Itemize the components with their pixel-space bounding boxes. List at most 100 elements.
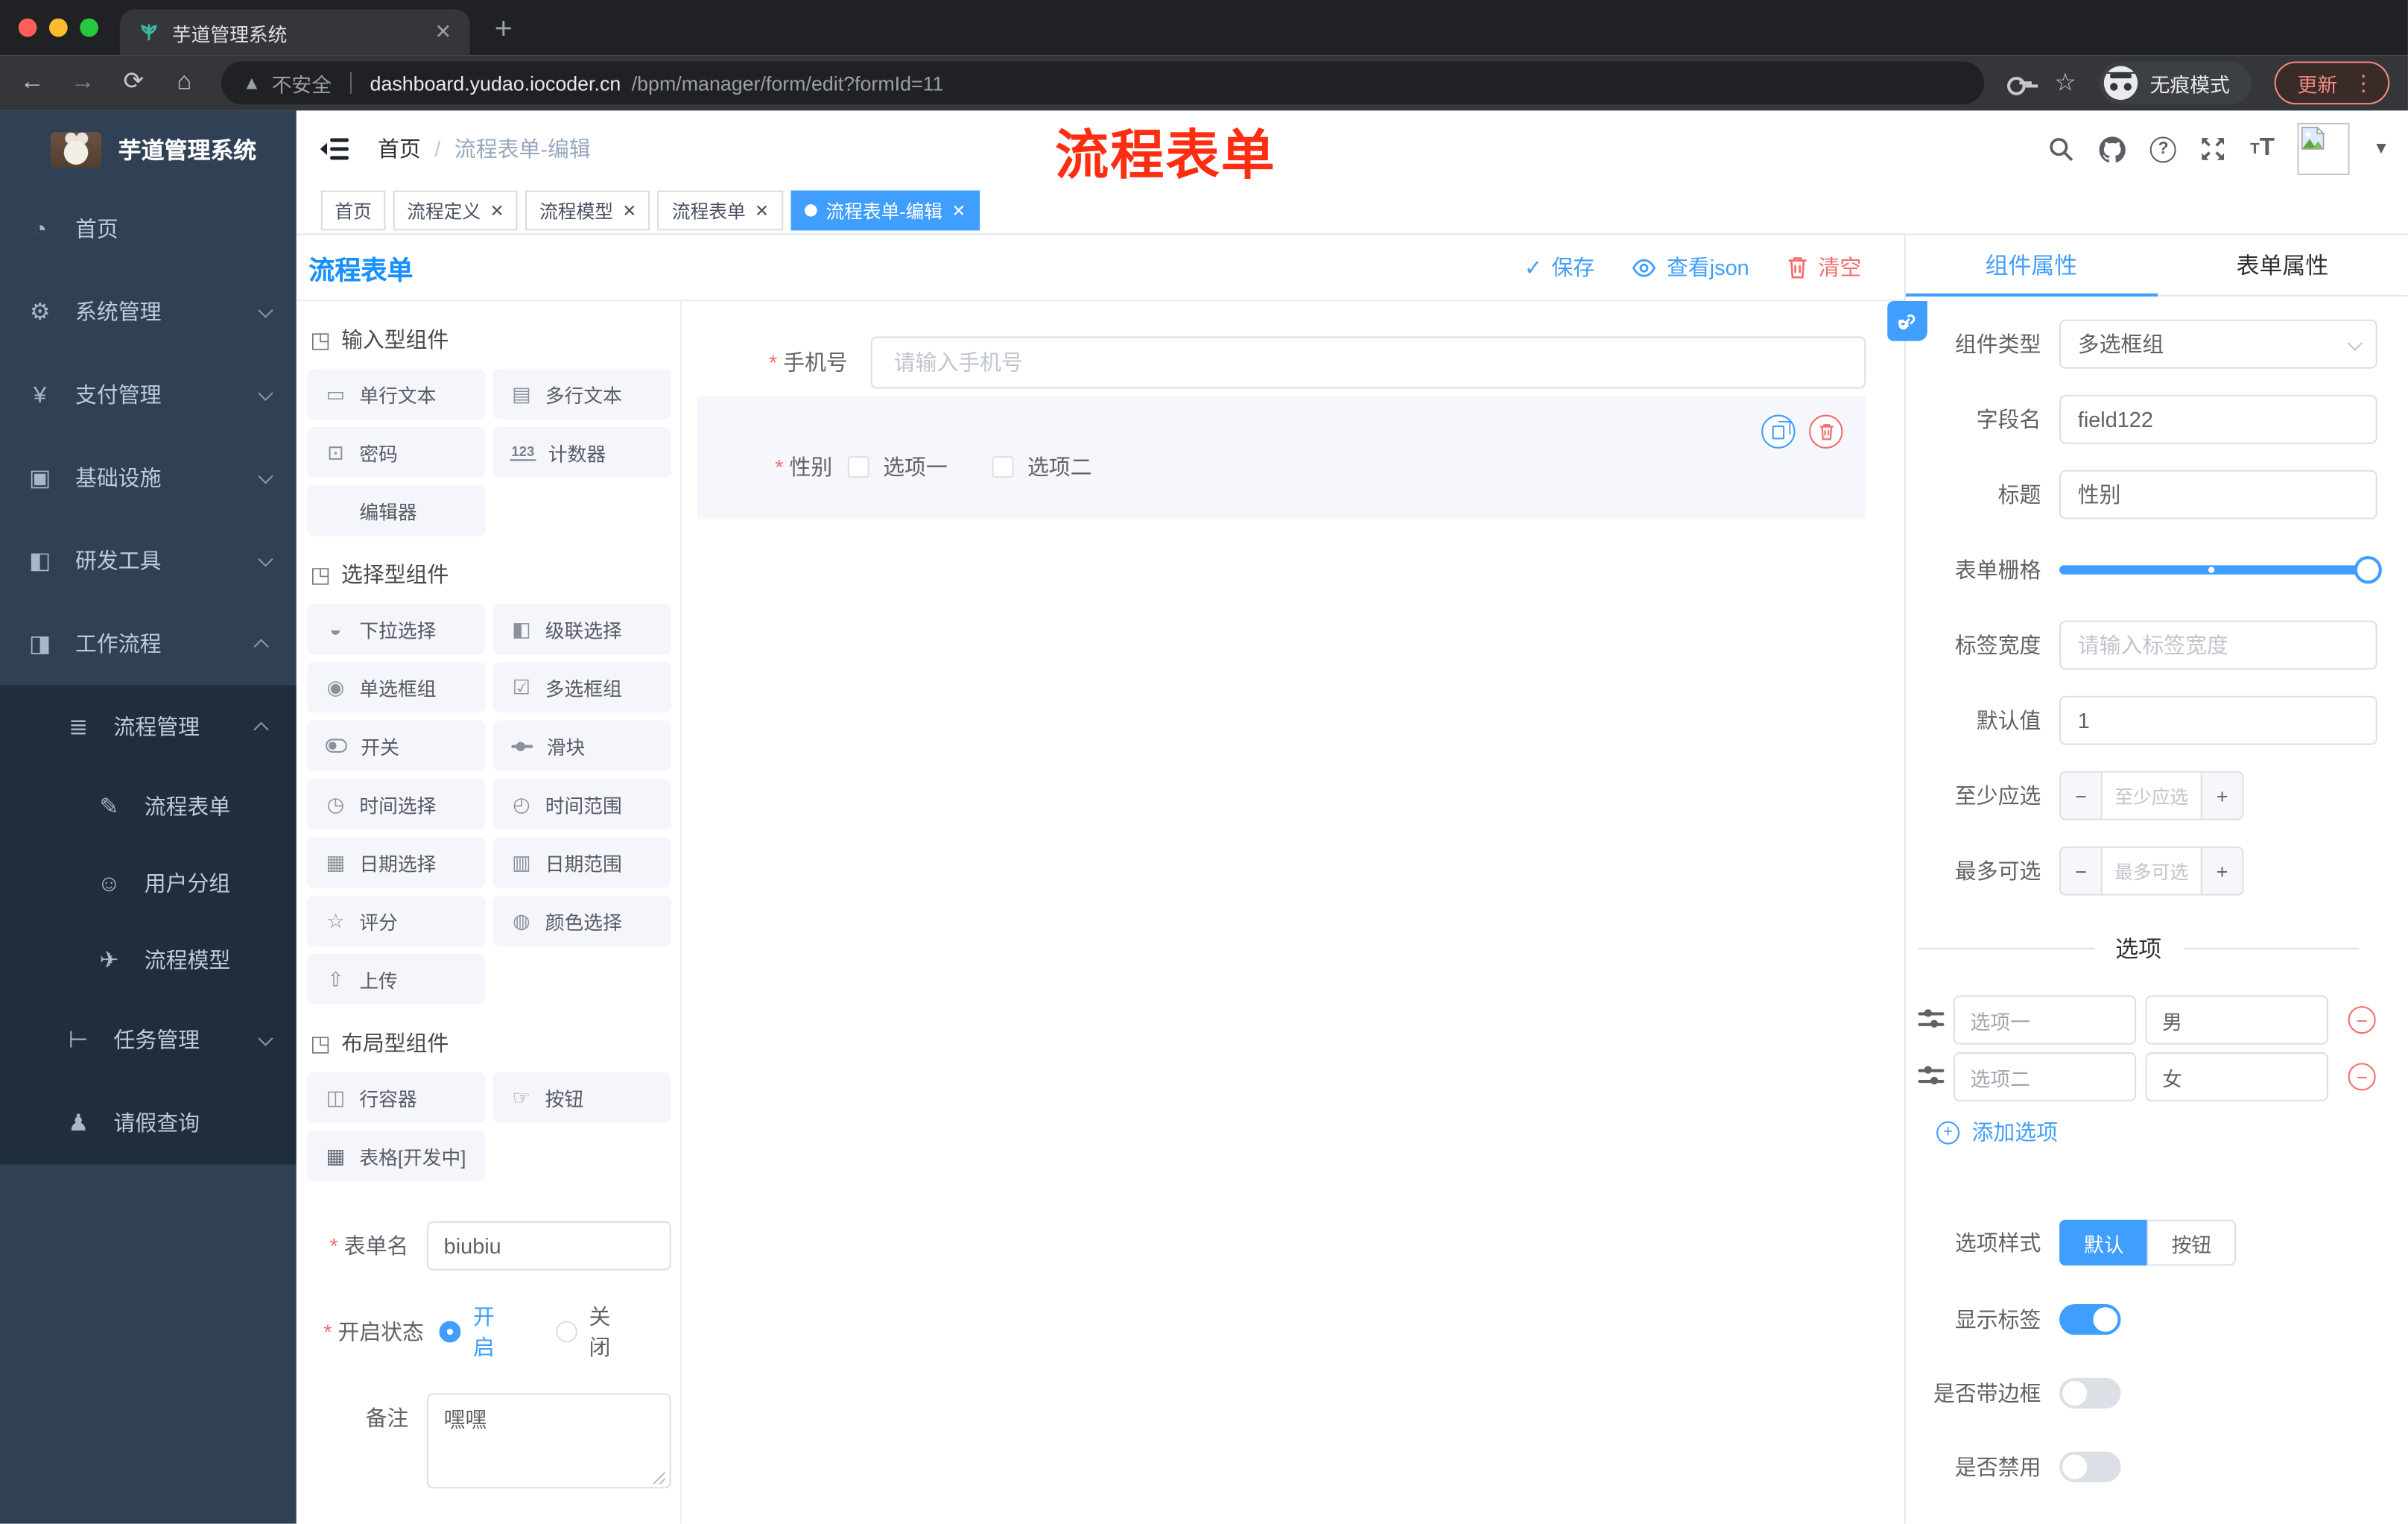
tag-close-icon[interactable]: ✕ xyxy=(755,200,769,221)
gender-checkbox-option2[interactable]: 选项二 xyxy=(992,452,1092,482)
browser-menu-icon[interactable]: ⋮ xyxy=(2353,70,2374,96)
remove-option-button[interactable]: − xyxy=(2348,1006,2376,1034)
option-label-input[interactable] xyxy=(1953,1052,2137,1101)
form-name-input[interactable] xyxy=(427,1221,671,1271)
component-cascader[interactable]: ◧ 级联选择 xyxy=(492,604,671,655)
tab-component-props[interactable]: 组件属性 xyxy=(1905,235,2157,297)
tag-home[interactable]: 首页 xyxy=(320,190,386,231)
drag-handle-icon[interactable] xyxy=(1918,1066,1945,1087)
phone-input[interactable] xyxy=(870,336,1866,389)
component-upload[interactable]: ⇧ 上传 xyxy=(307,954,486,1005)
add-option-button[interactable]: + 添加选项 xyxy=(1936,1116,2377,1147)
avatar[interactable] xyxy=(2297,122,2350,175)
plus-button[interactable]: + xyxy=(2202,847,2243,894)
browser-tab[interactable]: 芋道管理系统 ✕ xyxy=(119,9,470,56)
grid-slider[interactable] xyxy=(2059,556,2382,584)
component-date-picker[interactable]: ▦ 日期选择 xyxy=(307,837,486,888)
sidebar-item-task-mgmt[interactable]: ⊢ 任务管理 xyxy=(0,999,297,1081)
minus-button[interactable]: − xyxy=(2061,847,2101,894)
checkbox-icon[interactable] xyxy=(992,456,1014,478)
component-single-line-text[interactable]: ▭ 单行文本 xyxy=(307,368,486,420)
gender-checkbox-option1[interactable]: 选项一 xyxy=(847,452,948,482)
max-select-placeholder[interactable]: 最多可选 xyxy=(2100,847,2202,894)
view-json-button[interactable]: 查看json xyxy=(1632,252,1749,282)
style-button-button[interactable]: 按钮 xyxy=(2146,1219,2237,1266)
font-size-icon[interactable]: TT xyxy=(2250,135,2275,162)
sidebar-item-infra[interactable]: ▣ 基础设施 xyxy=(0,436,297,519)
show-label-toggle[interactable] xyxy=(2059,1303,2121,1335)
title-input[interactable] xyxy=(2059,469,2377,519)
field-name-input[interactable] xyxy=(2059,394,2377,444)
component-checkbox-group[interactable]: ☑ 多选框组 xyxy=(492,662,671,713)
copy-component-button[interactable] xyxy=(1761,414,1796,449)
component-time-range[interactable]: ◴ 时间范围 xyxy=(492,779,671,830)
default-value-input[interactable] xyxy=(2059,695,2377,745)
label-width-input[interactable] xyxy=(2059,620,2377,670)
phone-field-row[interactable]: 手机号 xyxy=(697,336,1866,389)
breadcrumb-home[interactable]: 首页 xyxy=(378,133,421,164)
option-value-input[interactable] xyxy=(2145,995,2328,1045)
minimize-window-button[interactable] xyxy=(48,18,68,37)
drag-handle-icon[interactable] xyxy=(1918,1009,1945,1029)
tag-process-definition[interactable]: 流程定义 ✕ xyxy=(393,190,519,231)
tag-close-icon[interactable]: ✕ xyxy=(622,200,636,221)
remove-option-button[interactable]: − xyxy=(2348,1063,2376,1091)
disabled-toggle[interactable] xyxy=(2059,1451,2121,1483)
tag-close-icon[interactable]: ✕ xyxy=(490,200,504,221)
checkbox-icon[interactable] xyxy=(847,456,869,478)
sidebar-item-leave-query[interactable]: ♟ 请假查询 xyxy=(0,1081,297,1164)
component-button[interactable]: ☞ 按钮 xyxy=(492,1072,671,1123)
border-toggle[interactable] xyxy=(2059,1377,2121,1409)
min-select-placeholder[interactable]: 至少应选 xyxy=(2100,772,2202,819)
github-icon[interactable] xyxy=(2098,134,2127,163)
status-radio-on[interactable]: 开启 xyxy=(439,1301,516,1362)
minus-button[interactable]: − xyxy=(2061,772,2101,819)
delete-component-button[interactable] xyxy=(1809,414,1843,449)
avatar-caret-icon[interactable]: ▼ xyxy=(2373,140,2389,159)
sidebar-item-process-model[interactable]: ✈ 流程模型 xyxy=(0,922,297,999)
sidebar-item-workflow[interactable]: ◨ 工作流程 xyxy=(0,602,297,685)
component-textarea[interactable]: ▤ 多行文本 xyxy=(492,368,671,420)
status-radio-off[interactable]: 关闭 xyxy=(555,1301,631,1362)
selected-component-block[interactable]: 性别 选项一 选项二 xyxy=(697,396,1866,519)
zoom-window-button[interactable] xyxy=(80,18,98,37)
remark-textarea[interactable]: 嘿嘿 xyxy=(427,1393,671,1489)
component-date-range[interactable]: ▥ 日期范围 xyxy=(492,837,671,888)
sidebar-item-process-mgmt[interactable]: ≣ 流程管理 xyxy=(0,685,297,768)
component-slider[interactable]: 滑块 xyxy=(492,720,671,771)
clear-button[interactable]: 清空 xyxy=(1786,252,1861,282)
save-button[interactable]: ✓ 保存 xyxy=(1524,252,1594,282)
sidebar-item-home[interactable]: ◔ 首页 xyxy=(0,187,297,270)
component-type-select[interactable] xyxy=(2059,319,2377,369)
tag-process-form[interactable]: 流程表单 ✕ xyxy=(658,190,783,231)
component-editor[interactable]: 编辑器 xyxy=(307,485,486,537)
tab-form-props[interactable]: 表单属性 xyxy=(2157,235,2408,294)
component-color-picker[interactable]: ◍ 颜色选择 xyxy=(492,895,671,946)
forward-icon[interactable]: → xyxy=(69,70,97,95)
fullscreen-icon[interactable] xyxy=(2199,135,2227,162)
new-tab-button[interactable]: + xyxy=(495,12,513,47)
resize-handle-icon[interactable] xyxy=(650,1470,665,1485)
tag-process-form-edit[interactable]: 流程表单-编辑 ✕ xyxy=(790,190,980,231)
slider-handle[interactable] xyxy=(2354,556,2382,584)
component-password[interactable]: ⊡ 密码 xyxy=(307,427,486,478)
reload-icon[interactable]: ⟳ xyxy=(120,70,148,95)
component-row-container[interactable]: ◫ 行容器 xyxy=(307,1072,486,1123)
sidebar-item-payment[interactable]: ¥ 支付管理 xyxy=(0,353,297,436)
component-rate[interactable]: ☆ 评分 xyxy=(307,895,486,946)
close-window-button[interactable] xyxy=(18,18,37,37)
plus-button[interactable]: + xyxy=(2202,772,2243,819)
component-switch[interactable]: 开关 xyxy=(307,720,486,771)
component-table[interactable]: ▦ 表格[开发中] xyxy=(307,1131,486,1182)
help-icon[interactable]: ? xyxy=(2150,136,2177,162)
password-key-icon[interactable] xyxy=(2006,71,2032,95)
option-value-input[interactable] xyxy=(2145,1052,2328,1101)
sidebar-item-process-form[interactable]: ✎ 流程表单 xyxy=(0,768,297,845)
style-default-button[interactable]: 默认 xyxy=(2059,1219,2147,1266)
sidebar-logo[interactable]: 芋道管理系统 xyxy=(0,110,297,187)
component-select[interactable]: ◒ 下拉选择 xyxy=(307,604,486,655)
option-label-input[interactable] xyxy=(1953,995,2137,1045)
component-radio-group[interactable]: ◉ 单选框组 xyxy=(307,662,486,713)
tag-close-icon[interactable]: ✕ xyxy=(951,200,966,221)
link-drawer-button[interactable] xyxy=(1887,300,1927,341)
